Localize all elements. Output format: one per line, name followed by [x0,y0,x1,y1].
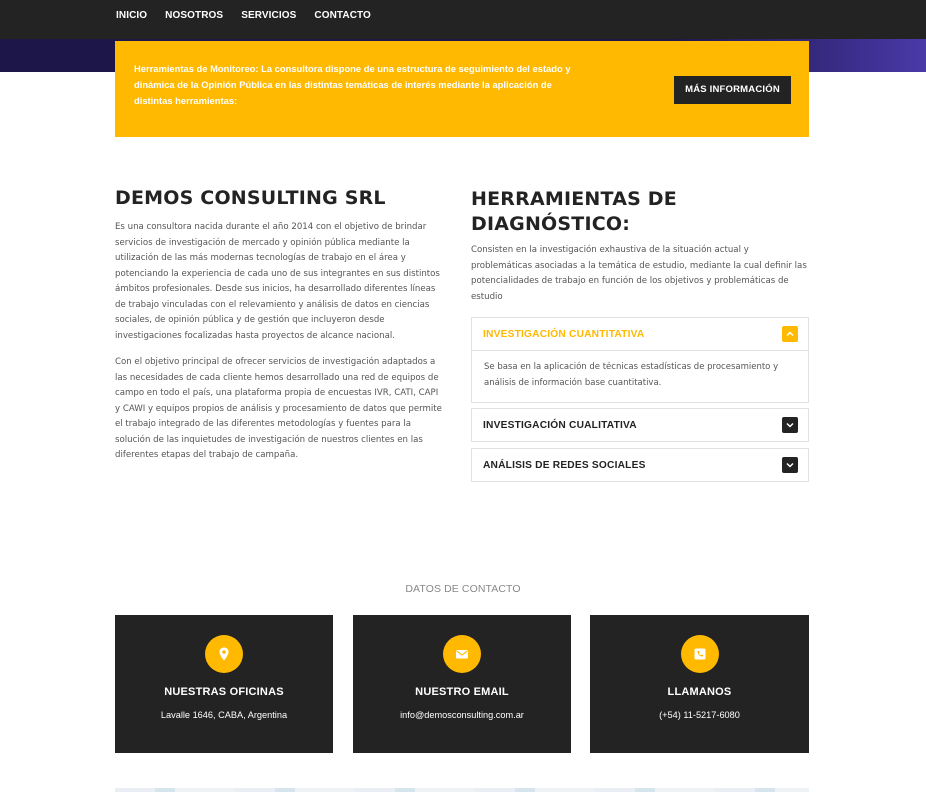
tools-title: HERRAMIENTAS DE DIAGNÓSTICO: [471,188,677,235]
contact-heading: DATOS DE CONTACTO [405,583,521,595]
email-link[interactable]: info@demosconsulting.com.ar [353,710,571,720]
card-title: LLAMANOS [667,686,732,698]
more-info-button[interactable]: MÁS INFORMACIÓN [674,76,791,104]
nav-menu: INICIO NOSOTROS SERVICIOS CONTACTO [116,10,389,21]
nav-item-servicios[interactable]: SERVICIOS [241,10,296,21]
map-pin-icon [205,635,243,673]
accordion-header[interactable]: INVESTIGACIÓN CUANTITATIVA [472,318,808,350]
chevron-down-icon[interactable] [782,417,798,433]
about-body: Es una consultora nacida durante el año … [115,220,443,464]
accordion-header[interactable]: ANÁLISIS DE REDES SOCIALES [472,449,808,481]
contact-card-email: NUESTRO EMAIL info@demosconsulting.com.a… [353,615,571,753]
contact-card-phone: LLAMANOS (+54) 11-5217-6080 [590,615,809,753]
nav-item-contacto[interactable]: CONTACTO [314,10,371,21]
card-title: NUESTRAS OFICINAS [164,686,284,698]
accordion-item-redes-sociales: ANÁLISIS DE REDES SOCIALES [471,448,809,482]
envelope-icon [443,635,481,673]
about-paragraph-2: Con el objetivo principal de ofrecer ser… [115,357,442,460]
office-address: Lavalle 1646, CABA, Argentina [160,710,288,720]
accordion-header[interactable]: INVESTIGACIÓN CUALITATIVA [472,409,808,441]
phone-icon [680,635,719,673]
accordion-label: ANÁLISIS DE REDES SOCIALES [483,460,646,471]
map-embed[interactable] [115,788,809,792]
banner-text: Herramientas de Monitoreo: La consultora… [134,63,571,106]
accordion-label: INVESTIGACIÓN CUALITATIVA [483,420,637,431]
about-paragraph-1: Es una consultora nacida durante el año … [115,222,440,341]
nav-item-inicio[interactable]: INICIO [116,10,147,21]
monitoring-banner: Herramientas de Monitoreo: La consultora… [115,41,809,137]
chevron-down-icon[interactable] [782,457,798,473]
accordion-item-cuantitativa: INVESTIGACIÓN CUANTITATIVA Se basa en la… [471,317,809,403]
nav-item-nosotros[interactable]: NOSOTROS [165,10,223,21]
top-navigation: INICIO NOSOTROS SERVICIOS CONTACTO [0,0,926,39]
accordion-item-cualitativa: INVESTIGACIÓN CUALITATIVA [471,408,809,442]
chevron-up-icon[interactable] [782,326,798,342]
accordion-label: INVESTIGACIÓN CUANTITATIVA [483,329,645,340]
accordion-content: Se basa en la aplicación de técnicas est… [472,350,808,402]
contact-card-offices: NUESTRAS OFICINAS Lavalle 1646, CABA, Ar… [115,615,333,753]
tools-intro: Consisten en la investigación exhaustiva… [471,245,807,302]
about-title: DEMOS CONSULTING SRL [115,187,386,209]
phone-number[interactable]: (+54) 11-5217-6080 [590,710,809,720]
card-title: NUESTRO EMAIL [415,686,509,698]
